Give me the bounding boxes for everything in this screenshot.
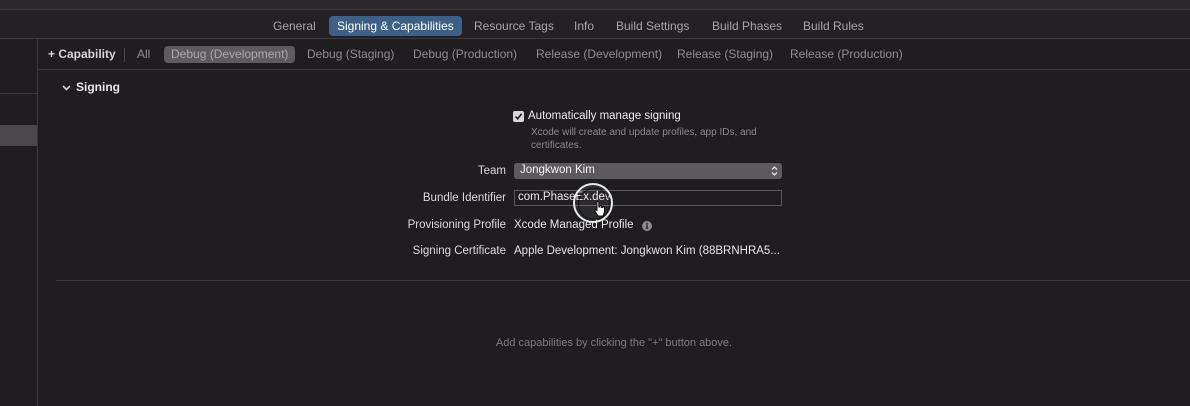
checkmark-icon — [514, 113, 523, 121]
config-debug-development[interactable]: Debug (Development) — [164, 46, 296, 63]
tab-build-rules[interactable]: Build Rules — [795, 16, 872, 36]
config-release-production[interactable]: Release (Production) — [783, 46, 910, 63]
config-debug-staging[interactable]: Debug (Staging) — [300, 46, 401, 63]
team-popup-button[interactable]: Jongkwon Kim — [514, 163, 782, 179]
updown-arrows-icon — [770, 163, 778, 179]
add-capability-button[interactable]: + Capability — [38, 46, 123, 63]
capabilities-hint: Add capabilities by clicking the "+" but… — [495, 337, 733, 349]
info-icon[interactable]: i — [642, 221, 652, 231]
sidebar-selected-target[interactable] — [0, 125, 37, 146]
chevron-down-icon[interactable] — [62, 83, 76, 94]
signing-certificate-value: Apple Development: Jongkwon Kim (88BRNHR… — [514, 245, 780, 257]
bundle-identifier-field[interactable]: com.PhaseEx.dev — [514, 190, 782, 206]
tab-signing-capabilities[interactable]: Signing & Capabilities — [329, 16, 462, 36]
signing-certificate-label: Signing Certificate — [412, 245, 506, 257]
tab-info[interactable]: Info — [566, 16, 602, 36]
config-release-development[interactable]: Release (Development) — [529, 46, 669, 63]
config-debug-production[interactable]: Debug (Production) — [406, 46, 524, 63]
configuration-bar: + Capability All Debug (Development) Deb… — [38, 39, 1190, 70]
tab-build-phases[interactable]: Build Phases — [704, 16, 790, 36]
auto-manage-description: Xcode will create and update profiles, a… — [531, 127, 757, 151]
config-release-staging[interactable]: Release (Staging) — [670, 46, 780, 63]
section-divider — [56, 280, 1190, 281]
targets-sidebar — [0, 39, 38, 406]
provisioning-profile-value: Xcode Managed Profile — [514, 219, 634, 231]
signing-section-header[interactable]: Signing — [62, 80, 120, 94]
auto-manage-label[interactable]: Automatically manage signing — [528, 110, 681, 122]
config-separator — [124, 48, 125, 62]
pointer-cursor-icon — [594, 201, 605, 217]
editor-tab-bar: General Signing & Capabilities Resource … — [0, 10, 1190, 39]
tab-general[interactable]: General — [265, 16, 324, 36]
signing-section-title: Signing — [76, 80, 120, 94]
tab-build-settings[interactable]: Build Settings — [608, 16, 697, 36]
bundle-identifier-label: Bundle Identifier — [422, 192, 506, 204]
sidebar-divider — [0, 93, 37, 94]
auto-manage-checkbox[interactable] — [513, 111, 524, 122]
provisioning-profile-label: Provisioning Profile — [407, 219, 506, 231]
config-all[interactable]: All — [130, 46, 157, 63]
window-top-strip — [0, 0, 1190, 10]
team-label: Team — [477, 165, 506, 177]
team-value: Jongkwon Kim — [520, 164, 595, 176]
tab-resource-tags[interactable]: Resource Tags — [466, 16, 562, 36]
